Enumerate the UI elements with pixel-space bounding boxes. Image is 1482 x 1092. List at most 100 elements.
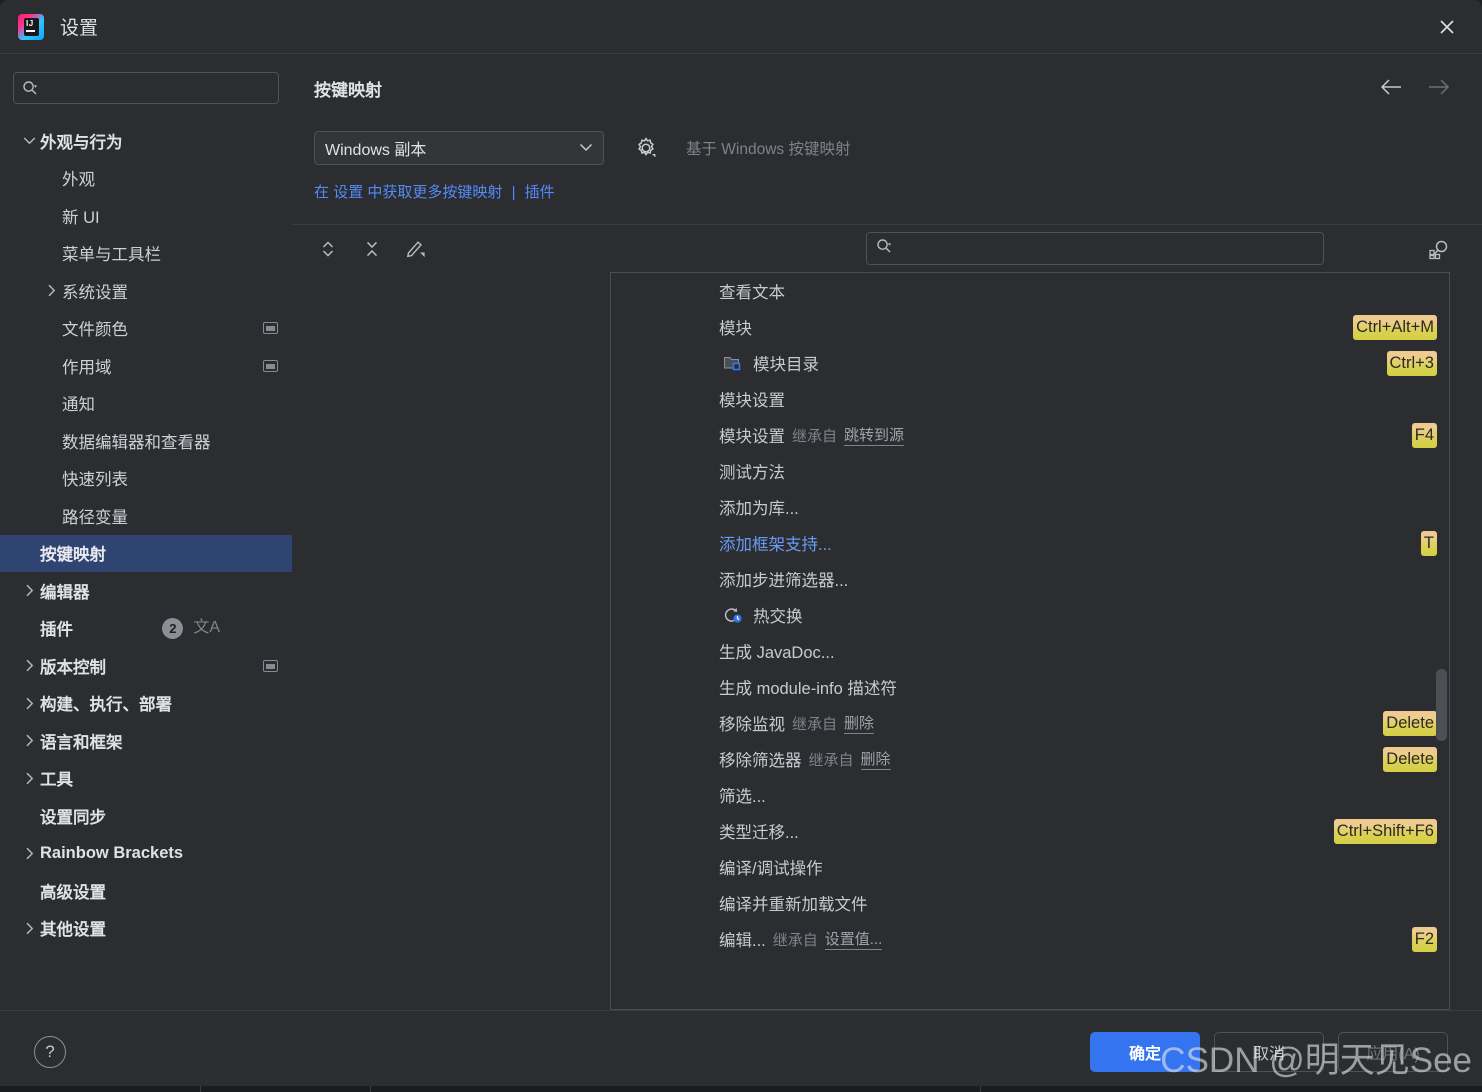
action-label: 生成 module-info 描述符 xyxy=(719,680,897,698)
edit-pencil-icon[interactable] xyxy=(402,235,430,263)
arrow-right-icon[interactable] xyxy=(1426,74,1452,100)
keymap-search-input[interactable] xyxy=(897,240,1314,257)
action-row[interactable]: 测试方法 xyxy=(611,453,1449,489)
logo-text: IJ xyxy=(26,18,34,28)
action-label: 测试方法 xyxy=(719,464,785,482)
sidebar-item-8[interactable]: 数据编辑器和查看器 xyxy=(0,422,292,460)
action-label: 添加框架支持... xyxy=(719,536,832,554)
action-row[interactable]: 添加步进筛选器... xyxy=(611,561,1449,597)
sidebar-item-1[interactable]: 外观 xyxy=(0,160,292,198)
cancel-button[interactable]: 取消 xyxy=(1214,1031,1324,1072)
action-row[interactable]: 热交换 xyxy=(611,597,1449,633)
action-row[interactable]: 编辑... 继承自 设置值... F2 xyxy=(611,921,1449,957)
sidebar-item-label: 路径变量 xyxy=(62,508,128,527)
collapse-all-icon[interactable] xyxy=(358,235,386,263)
sidebar-item-5[interactable]: 文件颜色 xyxy=(0,310,292,348)
chevron-down-icon xyxy=(579,139,593,157)
sidebar-item-11[interactable]: 按键映射 xyxy=(0,534,292,572)
gear-icon[interactable] xyxy=(632,134,660,162)
keymap-based-on-label: 基于 Windows 按键映射 xyxy=(686,141,851,158)
arrow-left-icon[interactable] xyxy=(1378,74,1404,100)
action-row[interactable]: 生成 JavaDoc... xyxy=(611,633,1449,669)
sidebar-item-19[interactable]: Rainbow Brackets xyxy=(0,835,292,873)
sidebar-item-indicators: 2 文A xyxy=(162,617,220,639)
chevron-right-icon xyxy=(18,659,40,672)
sidebar-item-label: 作用域 xyxy=(62,358,112,377)
action-row[interactable]: 移除监视 继承自 删除 Delete xyxy=(611,705,1449,741)
settings-sidebar: 外观与行为 外观新 UI 菜单与工具栏系统设置 文件颜色作用域通知 数据编辑器和查看器快… xyxy=(0,54,292,1010)
sidebar-item-17[interactable]: 工具 xyxy=(0,760,292,798)
sidebar-item-label: 菜单与工具栏 xyxy=(62,246,161,265)
link-prefix[interactable]: 在 xyxy=(314,184,329,201)
get-more-keymaps-line: 在 设置 中获取更多按键映射 | 插件 xyxy=(314,181,1452,202)
action-list-inner: 查看文本 模块 Ctrl+Alt+M 模块目录 Ctrl+3 模块设置 模块设置 继承自 跳转到… xyxy=(611,273,1449,1009)
action-inherited-source-link[interactable]: 删除 xyxy=(860,748,891,770)
action-row[interactable]: 编译并重新加载文件 xyxy=(611,885,1449,921)
action-inherited-source-link[interactable]: 删除 xyxy=(844,712,875,734)
action-inherited-from-label: 继承自 xyxy=(772,931,818,949)
sidebar-item-20[interactable]: 高级设置 xyxy=(0,872,292,910)
action-inherited-source-link[interactable]: 设置值... xyxy=(824,928,883,950)
keymap-search-box[interactable] xyxy=(866,232,1324,265)
link-settings[interactable]: 设置 xyxy=(333,184,363,201)
sidebar-item-16[interactable]: 语言和框架 xyxy=(0,722,292,760)
action-row[interactable]: 筛选... xyxy=(611,777,1449,813)
sidebar-search-input[interactable] xyxy=(44,80,270,96)
hotswap-icon xyxy=(723,606,743,624)
sidebar-item-10[interactable]: 路径变量 xyxy=(0,497,292,535)
action-inherited-from-label: 继承自 xyxy=(792,715,838,733)
keymap-action-list[interactable]: 查看文本 模块 Ctrl+Alt+M 模块目录 Ctrl+3 模块设置 模块设置 继承自 跳转到… xyxy=(610,272,1450,1010)
action-row[interactable]: 模块设置 xyxy=(611,381,1449,417)
action-label: 筛选... xyxy=(719,788,766,806)
action-row[interactable]: 生成 module-info 描述符 xyxy=(611,669,1449,705)
close-icon[interactable] xyxy=(1434,14,1460,40)
action-row[interactable]: 添加为库... xyxy=(611,489,1449,525)
find-by-shortcut-icon[interactable] xyxy=(1424,234,1454,264)
apply-button[interactable]: 应用(A) xyxy=(1338,1031,1448,1072)
sidebar-item-12[interactable]: 编辑器 xyxy=(0,572,292,610)
sidebar-item-21[interactable]: 其他设置 xyxy=(0,910,292,948)
action-row[interactable]: 模块目录 Ctrl+3 xyxy=(611,345,1449,381)
sidebar-item-label: 高级设置 xyxy=(40,883,106,902)
sidebar-item-2[interactable]: 新 UI xyxy=(0,197,292,235)
sidebar-item-14[interactable]: 版本控制 xyxy=(0,647,292,685)
sidebar-item-3[interactable]: 菜单与工具栏 xyxy=(0,235,292,273)
sidebar-item-0[interactable]: 外观与行为 xyxy=(0,122,292,160)
action-row[interactable]: 添加框架支持... T xyxy=(611,525,1449,561)
action-row[interactable]: 移除筛选器 继承自 删除 Delete xyxy=(611,741,1449,777)
action-row[interactable]: 模块设置 继承自 跳转到源 F4 xyxy=(611,417,1449,453)
sidebar-item-15[interactable]: 构建、执行、部署 xyxy=(0,685,292,723)
module-folder-icon xyxy=(723,354,743,372)
chevron-right-icon xyxy=(18,734,40,747)
keymap-dropdown[interactable]: Windows 副本 xyxy=(314,131,604,165)
sidebar-item-9[interactable]: 快速列表 xyxy=(0,460,292,498)
help-question-icon[interactable]: ? xyxy=(34,1035,66,1068)
sidebar-item-13[interactable]: 插件 2 文A xyxy=(0,610,292,648)
project-scope-icon xyxy=(263,322,278,335)
sidebar-search-box[interactable] xyxy=(13,72,279,104)
action-row[interactable]: 编译/调试操作 xyxy=(611,849,1449,885)
action-row[interactable]: 查看文本 xyxy=(611,273,1449,309)
expand-all-icon[interactable] xyxy=(314,235,342,263)
action-label: 生成 JavaDoc... xyxy=(719,644,835,662)
action-inherited-source-link[interactable]: 跳转到源 xyxy=(844,424,905,446)
action-label: 模块设置 xyxy=(719,392,785,410)
action-row[interactable]: 模块 Ctrl+Alt+M xyxy=(611,309,1449,345)
settings-dialog: IJ 设置 外观与行为 外观新 UI 菜单与工具栏系统设置 文件颜色作用域通知 数据编辑… xyxy=(0,0,1482,1092)
action-label: 添加步进筛选器... xyxy=(719,572,849,590)
sidebar-item-indicators xyxy=(263,359,278,372)
ok-button[interactable]: 确定 xyxy=(1090,1031,1200,1072)
vertical-scrollbar-thumb[interactable] xyxy=(1436,669,1447,741)
link-plugins[interactable]: 插件 xyxy=(525,184,555,201)
sidebar-item-6[interactable]: 作用域 xyxy=(0,347,292,385)
search-icon xyxy=(22,80,38,96)
sidebar-item-7[interactable]: 通知 xyxy=(0,385,292,423)
sidebar-item-4[interactable]: 系统设置 xyxy=(0,272,292,310)
action-label: 模块设置 xyxy=(719,428,785,446)
action-row[interactable]: 类型迁移... Ctrl+Shift+F6 xyxy=(611,813,1449,849)
action-inherited-from-label: 继承自 xyxy=(808,751,854,769)
settings-tree: 外观与行为 外观新 UI 菜单与工具栏系统设置 文件颜色作用域通知 数据编辑器和查看器快… xyxy=(0,122,292,1010)
sidebar-item-18[interactable]: 设置同步 xyxy=(0,797,292,835)
link-middle[interactable]: 中获取更多按键映射 xyxy=(367,184,502,201)
shortcut-badge: Delete xyxy=(1383,746,1437,772)
